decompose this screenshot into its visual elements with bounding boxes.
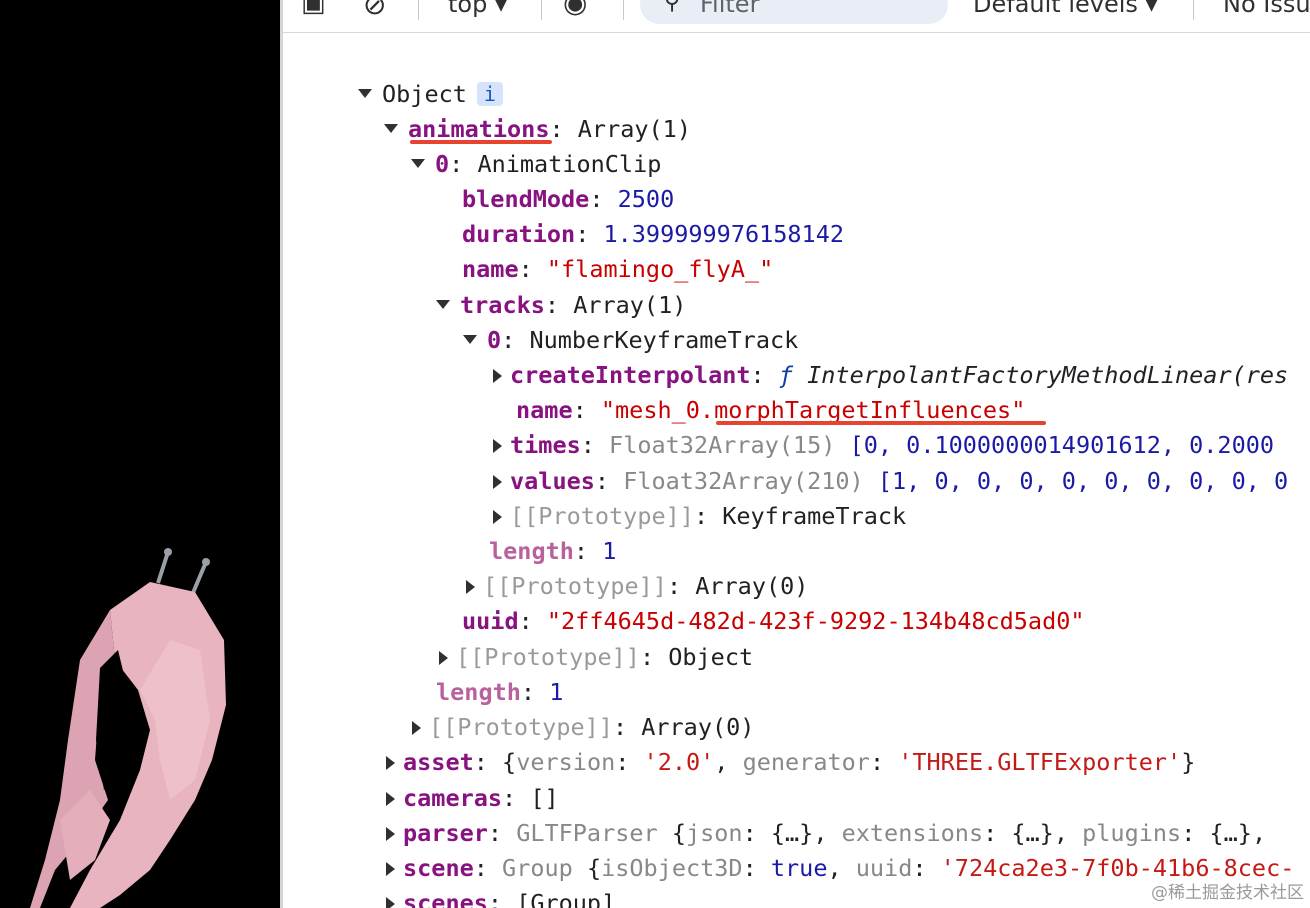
- sidebar-toggle-icon[interactable]: ▣: [301, 0, 326, 18]
- annotation-underline: [410, 140, 552, 144]
- log-levels-dropdown[interactable]: Default levels ▾: [973, 0, 1158, 18]
- console-toolbar: ▣ ⊘ top ▾ ◉ ⚲ Filter Default levels ▾ No…: [283, 0, 1310, 33]
- collapse-triangle-icon[interactable]: [493, 474, 502, 489]
- collapse-triangle-icon[interactable]: [412, 720, 421, 735]
- tree-row-times[interactable]: times: Float32Array(15) [0, 0.1000000014…: [493, 430, 1274, 460]
- tree-row-cameras[interactable]: cameras: []: [386, 783, 559, 813]
- tree-row-scenes[interactable]: scenes: [Group]: [386, 888, 615, 908]
- tree-row-prototype-animations[interactable]: [[Prototype]]: Array(0): [412, 712, 754, 742]
- collapse-triangle-icon[interactable]: [386, 791, 395, 806]
- tree-row-asset[interactable]: asset: {version: '2.0', generator: 'THRE…: [386, 747, 1195, 777]
- tree-row-parser[interactable]: parser: GLTFParser {json: {…}, extension…: [386, 818, 1266, 848]
- tree-row-createinterpolant[interactable]: createInterpolant: ƒ InterpolantFactoryM…: [493, 360, 1288, 390]
- expand-triangle-icon[interactable]: [384, 124, 398, 133]
- collapse-triangle-icon[interactable]: [386, 861, 395, 876]
- filter-input[interactable]: ⚲ Filter: [640, 0, 948, 24]
- expand-triangle-icon[interactable]: [411, 159, 425, 168]
- collapse-triangle-icon[interactable]: [439, 650, 448, 665]
- tree-row-prototype-tracks[interactable]: [[Prototype]]: Array(0): [466, 571, 808, 601]
- tree-row-prototype-keyframetrack[interactable]: [[Prototype]]: KeyframeTrack: [493, 501, 906, 531]
- collapse-triangle-icon[interactable]: [386, 896, 395, 908]
- clear-console-icon[interactable]: ⊘: [363, 0, 386, 21]
- tree-row-animations-length: length: 1: [436, 678, 564, 706]
- issues-button[interactable]: No Issu: [1223, 0, 1310, 18]
- tree-row-tracks[interactable]: tracks: Array(1): [436, 290, 686, 320]
- tree-row-blendmode: blendMode: 2500: [462, 185, 675, 213]
- expand-triangle-icon[interactable]: [463, 335, 477, 344]
- collapse-triangle-icon[interactable]: [466, 579, 475, 594]
- watermark: @稀土掘金技术社区: [1151, 883, 1304, 903]
- tree-row-uuid: uuid: "2ff4645d-482d-423f-9292-134b48cd5…: [462, 607, 1085, 635]
- collapse-triangle-icon[interactable]: [386, 755, 395, 770]
- tree-row-object[interactable]: Object i: [358, 79, 503, 109]
- tree-row-prototype-clip[interactable]: [[Prototype]]: Object: [439, 642, 753, 672]
- info-badge[interactable]: i: [476, 81, 503, 106]
- tree-row-animation-0[interactable]: 0: AnimationClip: [411, 149, 661, 179]
- 3d-viewport: [0, 0, 280, 908]
- collapse-triangle-icon[interactable]: [493, 368, 502, 383]
- flamingo-model: [30, 548, 226, 908]
- expand-triangle-icon[interactable]: [436, 300, 450, 309]
- collapse-triangle-icon[interactable]: [493, 438, 502, 453]
- tree-row-track-0[interactable]: 0: NumberKeyframeTrack: [463, 325, 798, 355]
- console-output: Object i animations: Array(1) 0: Animatio…: [283, 33, 1310, 908]
- collapse-triangle-icon[interactable]: [493, 509, 502, 524]
- context-selector[interactable]: top ▾: [448, 0, 507, 18]
- tree-row-duration: duration: 1.399999976158142: [462, 220, 845, 248]
- tree-row-tracks-length: length: 1: [489, 537, 617, 565]
- context-label: top: [448, 0, 488, 18]
- collapse-triangle-icon[interactable]: [386, 826, 395, 841]
- tree-row-name: name: "flamingo_flyA_": [462, 255, 774, 283]
- filter-placeholder: Filter: [700, 0, 760, 18]
- log-levels-label: Default levels: [973, 0, 1138, 18]
- annotation-underline: [716, 421, 1046, 425]
- tree-row-values[interactable]: values: Float32Array(210) [1, 0, 0, 0, 0…: [493, 466, 1288, 496]
- filter-icon: ⚲: [664, 0, 681, 15]
- eye-icon[interactable]: ◉: [563, 0, 587, 19]
- expand-triangle-icon[interactable]: [358, 89, 372, 98]
